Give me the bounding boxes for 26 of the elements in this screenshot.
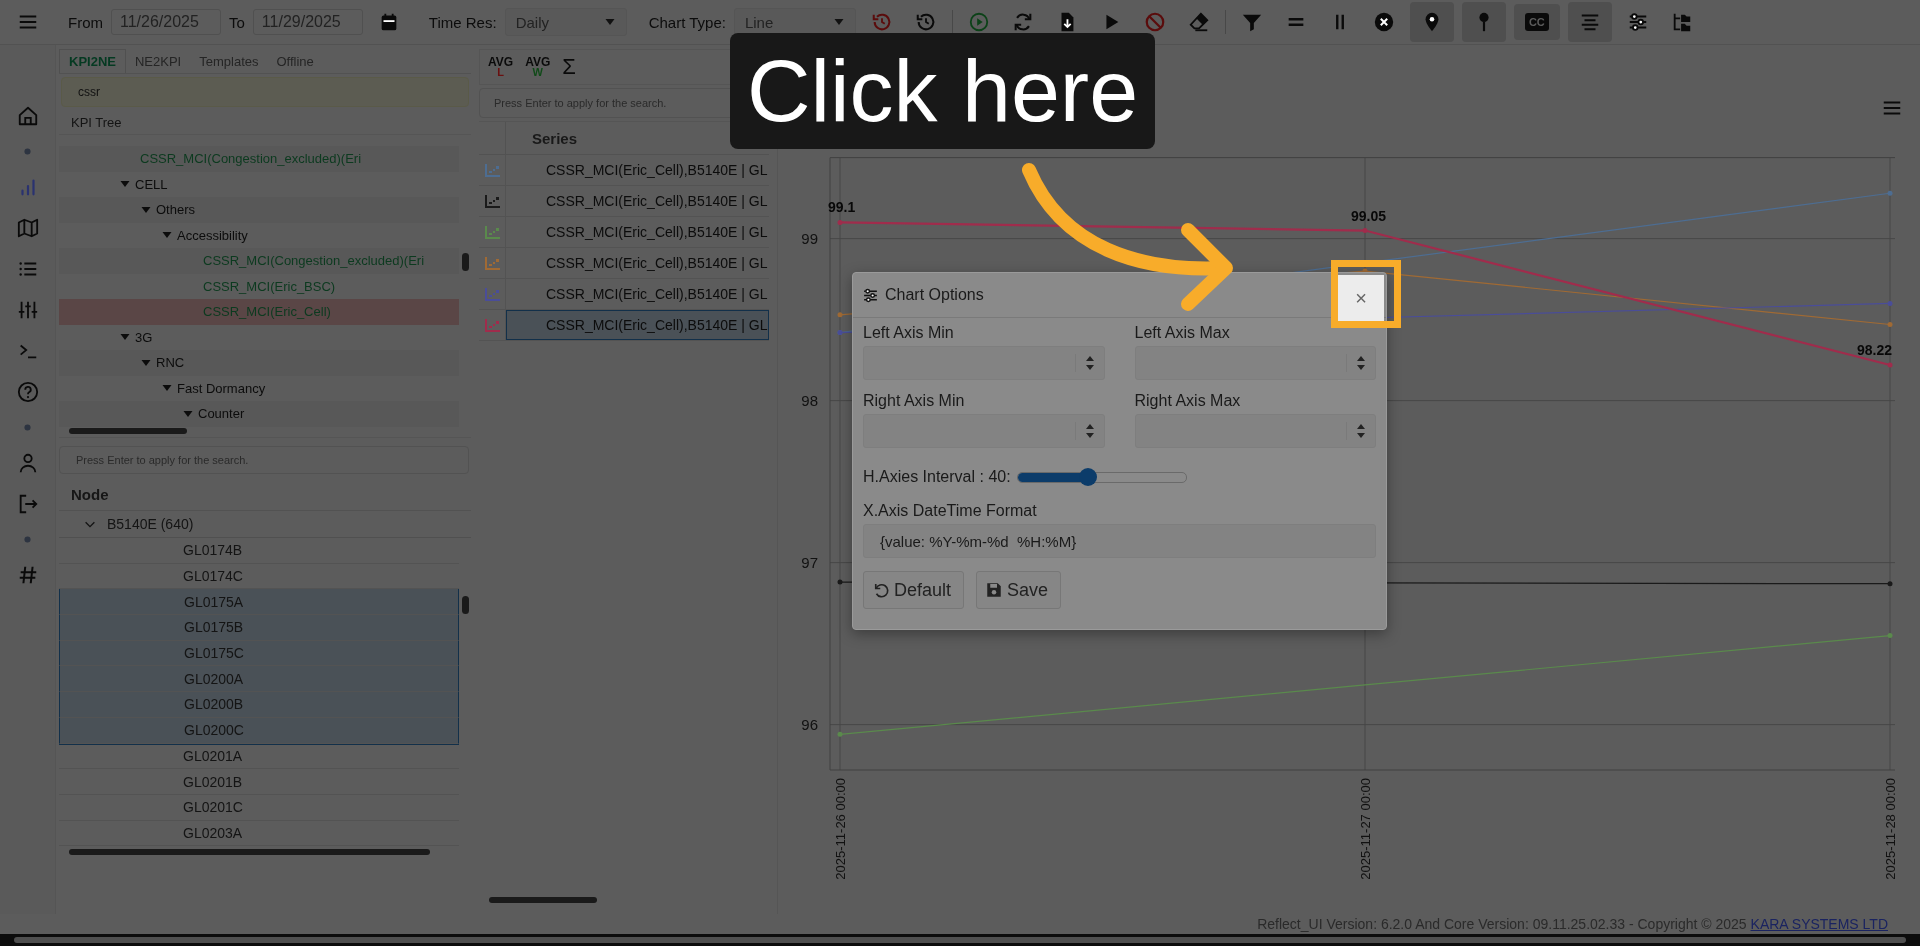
field-label: Left Axis Max <box>1134 324 1231 342</box>
y-axis-label: 99 <box>801 229 818 247</box>
click-here-tooltip: Click here <box>730 33 1155 149</box>
chart-type-label: Chart Type: <box>648 13 726 31</box>
time-res-label: Time Res: <box>428 13 497 31</box>
x-axis-label: 2025-11-27 00:00 <box>1358 778 1373 880</box>
tree-title: KPI Tree <box>71 114 122 130</box>
field-label: Right Axis Min <box>863 392 966 410</box>
x-axis-label: 2025-11-26 00:00 <box>833 778 848 880</box>
group-label: B5140E (640) <box>107 516 194 532</box>
column-title: Node <box>71 485 109 503</box>
y-axis-label: 96 <box>801 715 818 733</box>
slider-label: H.Axies Interval : 40: <box>863 468 1011 486</box>
y-axis-label: 98 <box>801 391 818 409</box>
data-label: 99.05 <box>1351 207 1387 224</box>
to-label: To <box>229 13 245 31</box>
x-axis-label: 2025-11-28 00:00 <box>1883 778 1898 880</box>
column-title: Series <box>531 129 578 147</box>
dialog-title: Chart Options <box>885 286 985 304</box>
field-label: Right Axis Max <box>1134 392 1242 410</box>
field-label: Left Axis Min <box>863 324 955 342</box>
data-label: 99.1 <box>828 199 856 216</box>
field-label: X.Axis DateTime Format <box>863 502 1038 520</box>
data-label: 98.22 <box>1856 342 1892 358</box>
y-axis-label: 97 <box>801 553 818 571</box>
from-label: From <box>68 13 103 31</box>
